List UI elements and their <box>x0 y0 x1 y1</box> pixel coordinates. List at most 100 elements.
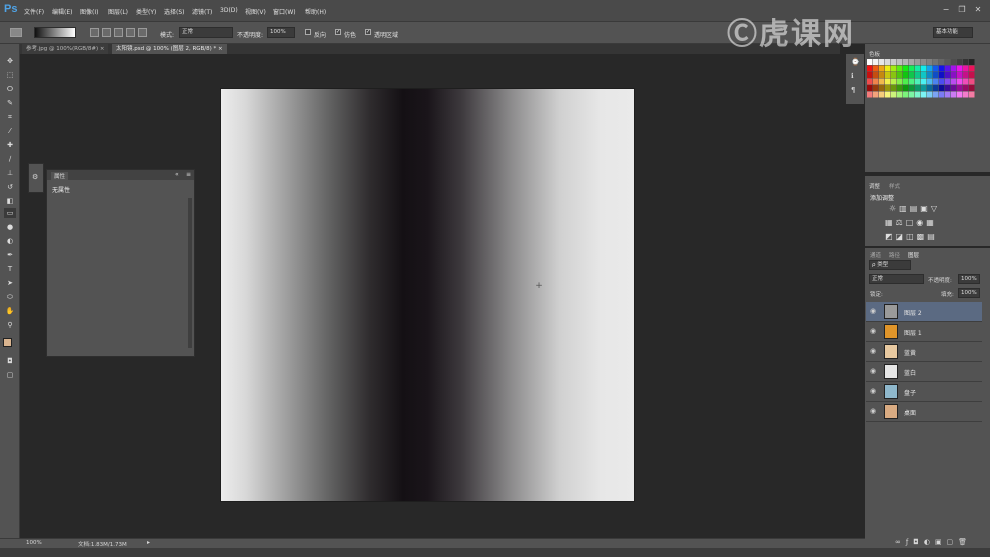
tab-reference[interactable]: 参考.jpg @ 100%(RGB/8#) × <box>22 44 109 54</box>
dodge-tool-icon[interactable]: ◐ <box>4 236 16 246</box>
swatch-cell[interactable] <box>939 85 945 91</box>
swatch-cell[interactable] <box>873 59 879 65</box>
swatch-grid[interactable] <box>867 59 979 101</box>
mode-select[interactable]: 正常 <box>179 27 233 38</box>
menu-type[interactable]: 类型(Y) <box>136 7 156 16</box>
swatch-cell[interactable] <box>951 72 957 78</box>
hand-tool-icon[interactable]: ✋ <box>4 306 16 316</box>
swatch-cell[interactable] <box>963 91 969 98</box>
swatch-cell[interactable] <box>909 72 915 78</box>
swatch-cell[interactable] <box>921 65 927 72</box>
swatch-cell[interactable] <box>963 72 969 78</box>
adjustment-icons-row2[interactable]: ▦⚖□◉▦ <box>885 218 937 227</box>
status-menu-icon[interactable]: ▸ <box>147 539 150 546</box>
swatch-cell[interactable] <box>957 85 963 91</box>
swatch-cell[interactable] <box>969 65 975 72</box>
menu-view[interactable]: 视图(V) <box>245 7 266 16</box>
swatch-cell[interactable] <box>963 65 969 72</box>
layer-fill-field[interactable]: 100% <box>958 288 980 298</box>
swatch-cell[interactable] <box>933 85 939 91</box>
swatch-cell[interactable] <box>927 72 933 78</box>
dither-checkbox[interactable]: ✓ <box>335 29 341 35</box>
history-icon[interactable]: ⌚ <box>851 58 860 66</box>
swatch-cell[interactable] <box>867 72 873 78</box>
swatch-cell[interactable] <box>885 65 891 72</box>
visibility-eye-icon[interactable]: ◉ <box>870 307 876 315</box>
zoom-level[interactable]: 100% <box>26 540 42 546</box>
swatch-cell[interactable] <box>969 72 975 78</box>
swatch-cell[interactable] <box>909 65 915 72</box>
move-tool-icon[interactable]: ✥ <box>4 56 16 66</box>
swatch-cell[interactable] <box>957 72 963 78</box>
swatch-cell[interactable] <box>897 72 903 78</box>
document-canvas[interactable] <box>221 89 634 501</box>
menu-image[interactable]: 图像(I) <box>80 7 98 16</box>
layer-actions-icons[interactable]: ∞ƒ◘◐▣▢🗑 <box>895 538 972 546</box>
panel-menu-icon[interactable]: ≡ <box>186 171 191 178</box>
channels-tab[interactable]: 通道 <box>870 251 881 259</box>
path-select-tool-icon[interactable]: ➤ <box>4 278 16 288</box>
swatch-cell[interactable] <box>897 78 903 85</box>
menu-edit[interactable]: 编辑(E) <box>52 7 72 16</box>
diamond-gradient-icon[interactable] <box>138 28 147 37</box>
swatch-cell[interactable] <box>891 65 897 72</box>
swatch-cell[interactable] <box>915 78 921 85</box>
collapse-icon[interactable]: « <box>175 171 179 178</box>
screen-mode-icon[interactable]: ▢ <box>4 370 16 380</box>
clone-stamp-tool-icon[interactable]: ⊥ <box>4 168 16 178</box>
radial-gradient-icon[interactable] <box>102 28 111 37</box>
paragraph-icon[interactable]: ¶ <box>851 86 855 94</box>
visibility-eye-icon[interactable]: ◉ <box>870 327 876 335</box>
restore-icon[interactable]: ❐ <box>956 5 968 15</box>
blur-tool-icon[interactable]: ● <box>4 222 16 232</box>
swatch-cell[interactable] <box>879 78 885 85</box>
layer-row[interactable]: ◉ 图层 1 <box>866 322 982 342</box>
layer-name[interactable]: 图层 1 <box>904 328 922 337</box>
layer-name[interactable]: 图层 2 <box>904 308 922 317</box>
layer-row[interactable]: ◉ 桌面 <box>866 402 982 422</box>
swatch-cell[interactable] <box>957 78 963 85</box>
swatch-cell[interactable] <box>867 91 873 98</box>
quick-mask-icon[interactable]: ◘ <box>4 356 16 366</box>
swatch-cell[interactable] <box>891 85 897 91</box>
swatch-cell[interactable] <box>951 65 957 72</box>
swatch-cell[interactable] <box>969 91 975 98</box>
properties-tab[interactable]: 属性 <box>51 172 69 180</box>
layer-blend-select[interactable]: 正常 <box>869 274 924 284</box>
swatch-cell[interactable] <box>927 91 933 98</box>
visibility-eye-icon[interactable]: ◉ <box>870 387 876 395</box>
reflected-gradient-icon[interactable] <box>126 28 135 37</box>
swatch-cell[interactable] <box>927 65 933 72</box>
swatch-cell[interactable] <box>933 59 939 65</box>
swatch-cell[interactable] <box>927 78 933 85</box>
swatch-cell[interactable] <box>879 59 885 65</box>
properties-scrollbar[interactable] <box>188 198 192 348</box>
layer-name[interactable]: 蓝黄 <box>904 348 916 357</box>
swatch-cell[interactable] <box>885 59 891 65</box>
swatch-cell[interactable] <box>879 65 885 72</box>
swatch-cell[interactable] <box>903 85 909 91</box>
angle-gradient-icon[interactable] <box>114 28 123 37</box>
close-icon[interactable]: ✕ <box>972 5 984 15</box>
swatch-cell[interactable] <box>915 59 921 65</box>
swatch-cell[interactable] <box>945 59 951 65</box>
swatch-cell[interactable] <box>909 85 915 91</box>
swatch-cell[interactable] <box>951 78 957 85</box>
swatch-cell[interactable] <box>873 91 879 98</box>
layer-name[interactable]: 蓝白 <box>904 368 916 377</box>
swatch-cell[interactable] <box>927 59 933 65</box>
swatch-cell[interactable] <box>939 59 945 65</box>
menu-3d[interactable]: 3D(D) <box>220 7 238 14</box>
marquee-tool-icon[interactable]: ⬚ <box>4 70 16 80</box>
swatch-cell[interactable] <box>891 59 897 65</box>
layer-filter-select[interactable]: ρ 类型 <box>869 260 911 270</box>
swatch-cell[interactable] <box>897 85 903 91</box>
swatch-cell[interactable] <box>873 78 879 85</box>
swatch-cell[interactable] <box>945 78 951 85</box>
adjustment-icons-row1[interactable]: ☼▥▤▣▽ <box>889 204 940 213</box>
swatch-cell[interactable] <box>915 85 921 91</box>
swatch-cell[interactable] <box>885 78 891 85</box>
menu-window[interactable]: 窗口(W) <box>273 7 296 16</box>
swatch-cell[interactable] <box>885 85 891 91</box>
swatch-cell[interactable] <box>921 78 927 85</box>
